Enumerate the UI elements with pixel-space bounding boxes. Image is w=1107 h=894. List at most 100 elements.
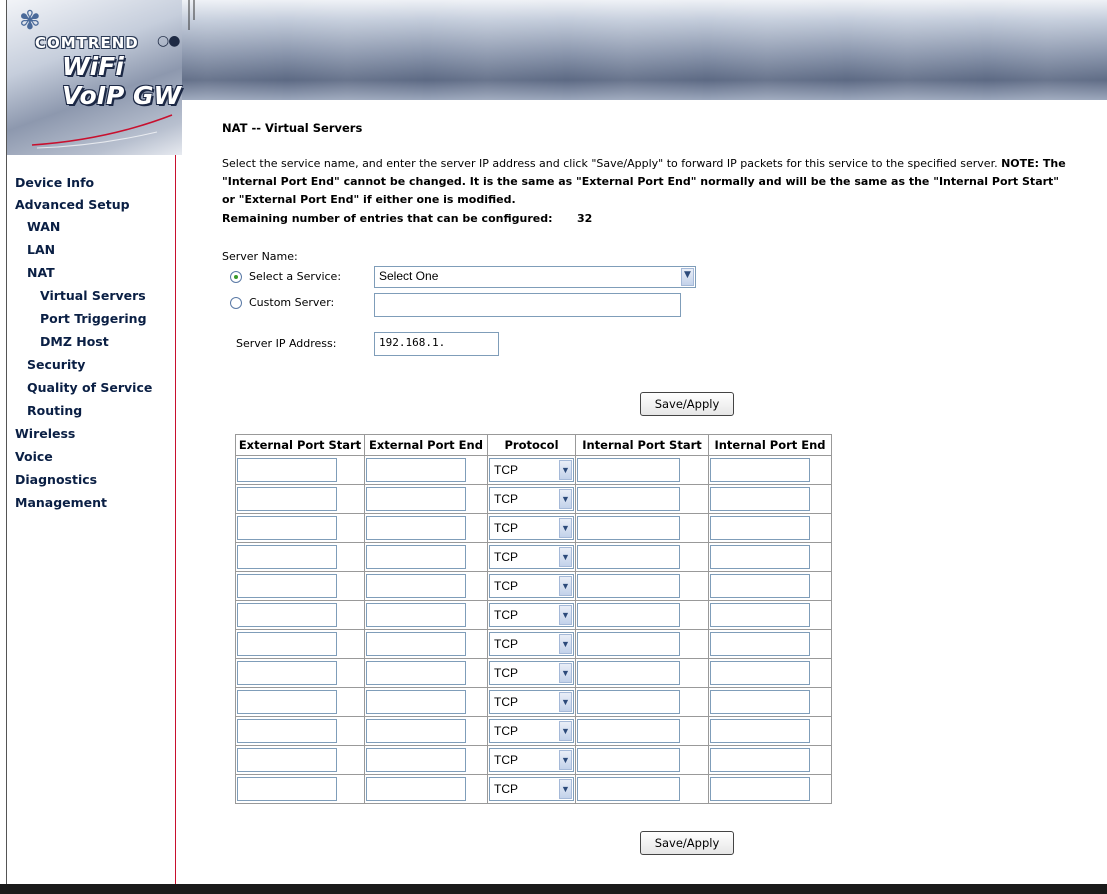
chevron-down-icon[interactable]: ▼ [559, 518, 572, 538]
protocol-select[interactable]: TCP ▼ [489, 690, 574, 714]
internal-port-start-input[interactable] [577, 487, 680, 511]
chevron-down-icon[interactable]: ▼ [559, 721, 572, 741]
external-port-end-input[interactable] [366, 690, 466, 714]
chevron-down-icon[interactable]: ▼ [559, 779, 572, 799]
protocol-select[interactable]: TCP ▼ [489, 458, 574, 482]
custom-server-radio[interactable] [230, 297, 242, 309]
sidebar-item-dmz-host[interactable]: DMZ Host [40, 334, 109, 349]
external-port-end-input[interactable] [366, 719, 466, 743]
chevron-down-icon[interactable]: ▼ [559, 750, 572, 770]
internal-port-start-input[interactable] [577, 458, 680, 482]
external-port-start-input[interactable] [237, 690, 337, 714]
internal-port-start-input[interactable] [577, 777, 680, 801]
sidebar-item-port-triggering[interactable]: Port Triggering [40, 311, 147, 326]
protocol-select[interactable]: TCP ▼ [489, 603, 574, 627]
protocol-select[interactable]: TCP ▼ [489, 777, 574, 801]
sidebar-item-routing[interactable]: Routing [27, 403, 82, 418]
server-ip-input[interactable]: 192.168.1. [374, 332, 499, 356]
external-port-start-input[interactable] [237, 574, 337, 598]
sidebar-item-wan[interactable]: WAN [27, 219, 60, 234]
table-row: TCP ▼ [235, 455, 832, 485]
chevron-down-icon[interactable]: ▼ [559, 663, 572, 683]
internal-port-end-input[interactable] [710, 545, 810, 569]
external-port-start-input[interactable] [237, 632, 337, 656]
chevron-down-icon[interactable]: ▼ [559, 634, 572, 654]
internal-port-end-input[interactable] [710, 748, 810, 772]
protocol-select[interactable]: TCP ▼ [489, 516, 574, 540]
protocol-cell: TCP ▼ [487, 571, 576, 601]
sidebar-item-wireless[interactable]: Wireless [15, 426, 75, 441]
protocol-select[interactable]: TCP ▼ [489, 545, 574, 569]
sidebar-item-quality-of-service[interactable]: Quality of Service [27, 380, 152, 395]
internal-port-end-input[interactable] [710, 777, 810, 801]
external-port-start-input[interactable] [237, 516, 337, 540]
internal-port-end-input[interactable] [710, 458, 810, 482]
internal-port-start-input[interactable] [577, 748, 680, 772]
protocol-select[interactable]: TCP ▼ [489, 719, 574, 743]
sidebar-item-virtual-servers[interactable]: Virtual Servers [40, 288, 146, 303]
external-port-end-input[interactable] [366, 545, 466, 569]
external-port-end-input[interactable] [366, 748, 466, 772]
external-port-end-input[interactable] [366, 458, 466, 482]
internal-port-start-input[interactable] [577, 661, 680, 685]
page-frame: ✾ COMTREND ○● WiFi VoIP GW Device Info A… [6, 0, 1107, 884]
sidebar-item-security[interactable]: Security [27, 357, 85, 372]
internal-port-end-input[interactable] [710, 719, 810, 743]
chevron-down-icon[interactable]: ▼ [559, 692, 572, 712]
external-port-start-input[interactable] [237, 748, 337, 772]
protocol-select[interactable]: TCP ▼ [489, 574, 574, 598]
internal-port-start-input[interactable] [577, 516, 680, 540]
internal-port-end-input[interactable] [710, 487, 810, 511]
save-apply-button-bottom[interactable]: Save/Apply [640, 831, 734, 855]
sidebar-item-management[interactable]: Management [15, 495, 107, 510]
internal-port-start-input[interactable] [577, 719, 680, 743]
chevron-down-icon[interactable]: ▼ [559, 605, 572, 625]
internal-port-start-input[interactable] [577, 690, 680, 714]
custom-server-input[interactable] [374, 293, 681, 317]
protocol-cell: TCP ▼ [487, 774, 576, 804]
protocol-select[interactable]: TCP ▼ [489, 661, 574, 685]
external-port-start-input[interactable] [237, 487, 337, 511]
save-apply-button-top[interactable]: Save/Apply [640, 392, 734, 416]
external-port-start-input[interactable] [237, 603, 337, 627]
chevron-down-icon[interactable]: ▼ [681, 268, 694, 286]
protocol-select[interactable]: TCP ▼ [489, 487, 574, 511]
chevron-down-icon[interactable]: ▼ [559, 489, 572, 509]
internal-port-end-input[interactable] [710, 516, 810, 540]
external-port-end-input[interactable] [366, 777, 466, 801]
service-select[interactable]: Select One ▼ [374, 266, 696, 288]
sidebar-item-diagnostics[interactable]: Diagnostics [15, 472, 97, 487]
external-port-end-input[interactable] [366, 632, 466, 656]
sidebar-item-nat[interactable]: NAT [27, 265, 55, 280]
external-port-start-input[interactable] [237, 719, 337, 743]
protocol-select[interactable]: TCP ▼ [489, 748, 574, 772]
internal-port-end-input[interactable] [710, 661, 810, 685]
external-port-end-input[interactable] [366, 487, 466, 511]
sidebar-item-voice[interactable]: Voice [15, 449, 53, 464]
internal-port-start-input[interactable] [577, 574, 680, 598]
external-port-end-input[interactable] [366, 603, 466, 627]
external-port-start-input[interactable] [237, 545, 337, 569]
sidebar-item-advanced-setup[interactable]: Advanced Setup [15, 197, 130, 212]
external-port-start-input[interactable] [237, 777, 337, 801]
external-port-start-input[interactable] [237, 458, 337, 482]
external-port-end-input[interactable] [366, 661, 466, 685]
sidebar-item-lan[interactable]: LAN [27, 242, 55, 257]
column-header-internal-port-end: Internal Port End [708, 434, 832, 456]
sidebar-item-device-info[interactable]: Device Info [15, 175, 94, 190]
internal-port-start-input[interactable] [577, 632, 680, 656]
internal-port-end-input[interactable] [710, 632, 810, 656]
external-port-end-input[interactable] [366, 516, 466, 540]
chevron-down-icon[interactable]: ▼ [559, 460, 572, 480]
external-port-end-input[interactable] [366, 574, 466, 598]
internal-port-start-input[interactable] [577, 545, 680, 569]
internal-port-start-input[interactable] [577, 603, 680, 627]
chevron-down-icon[interactable]: ▼ [559, 547, 572, 567]
protocol-select[interactable]: TCP ▼ [489, 632, 574, 656]
internal-port-end-input[interactable] [710, 574, 810, 598]
select-service-radio[interactable] [230, 271, 242, 283]
internal-port-end-input[interactable] [710, 603, 810, 627]
chevron-down-icon[interactable]: ▼ [559, 576, 572, 596]
external-port-start-input[interactable] [237, 661, 337, 685]
internal-port-end-input[interactable] [710, 690, 810, 714]
